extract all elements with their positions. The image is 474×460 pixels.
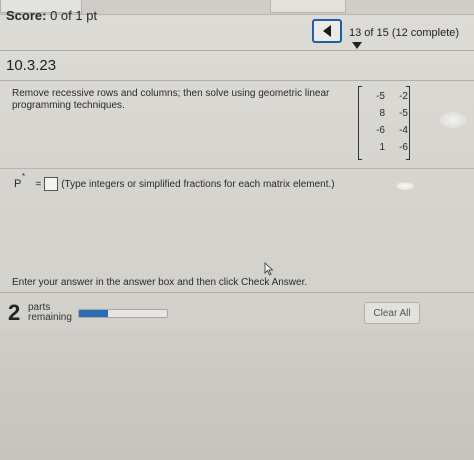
matrix-row: -6 -4: [364, 122, 410, 139]
answer-variable: P *: [14, 172, 25, 190]
matrix-table: -5 -2 8 -5 -6 -4 1 -6: [364, 88, 410, 156]
mouse-pointer-icon: [264, 262, 274, 276]
answer-variable-letter: P: [14, 178, 22, 190]
parts-progress-bar: [78, 309, 168, 318]
matrix-cell: -6: [399, 142, 408, 153]
matrix-cell: 1: [379, 142, 385, 153]
previous-question-button[interactable]: [312, 19, 342, 43]
question-progress-dropdown[interactable]: 13 of 15 (12 complete): [349, 27, 474, 51]
screen-glare: [440, 112, 466, 128]
question-progress-text: 13 of 15 (12 complete): [349, 27, 460, 39]
screen-glare: [396, 182, 414, 190]
score: Score: 0 of 1 pt: [6, 8, 97, 23]
divider: [0, 168, 474, 169]
answer-row: P * = (Type integers or simplified fract…: [14, 172, 335, 192]
divider: [0, 292, 474, 293]
divider: [0, 50, 474, 51]
matrix-cell: -5: [376, 91, 385, 102]
triangle-left-icon: [323, 25, 331, 37]
score-label: Score:: [6, 8, 47, 23]
matrix-bracket-left: [358, 86, 362, 160]
parts-remaining-label: parts remaining: [28, 303, 72, 323]
page: Score: 0 of 1 pt 13 of 15 (12 complete) …: [0, 0, 474, 460]
parts-progress-fill: [79, 310, 109, 317]
triangle-down-icon: [352, 41, 362, 49]
matrix-cell: 8: [379, 108, 385, 119]
top-tab: [270, 0, 346, 13]
matrix-row: 8 -5: [364, 105, 410, 122]
answer-input[interactable]: [44, 177, 59, 191]
matrix-cell: -4: [399, 125, 408, 136]
parts-label-line-2: remaining: [28, 312, 72, 323]
matrix-cell: -2: [399, 91, 408, 102]
equals-sign: =: [35, 178, 42, 190]
empty-footer-area: [0, 330, 474, 460]
payoff-matrix: -5 -2 8 -5 -6 -4 1 -6: [358, 86, 410, 160]
clear-all-button[interactable]: Clear All: [364, 302, 420, 324]
matrix-cell: -6: [376, 125, 385, 136]
instruction-text: Enter your answer in the answer box and …: [12, 277, 308, 288]
matrix-row: 1 -6: [364, 139, 410, 156]
matrix-row: -5 -2: [364, 88, 410, 105]
answer-superscript: *: [22, 172, 26, 181]
matrix-cell: -5: [399, 108, 408, 119]
parts-remaining-count: 2: [8, 300, 21, 325]
score-value: 0 of 1 pt: [50, 8, 98, 23]
answer-hint: (Type integers or simplified fractions f…: [61, 178, 335, 190]
question-text: Remove recessive rows and columns; then …: [12, 88, 330, 111]
question-number: 10.3.23: [6, 57, 57, 74]
divider: [0, 80, 474, 81]
